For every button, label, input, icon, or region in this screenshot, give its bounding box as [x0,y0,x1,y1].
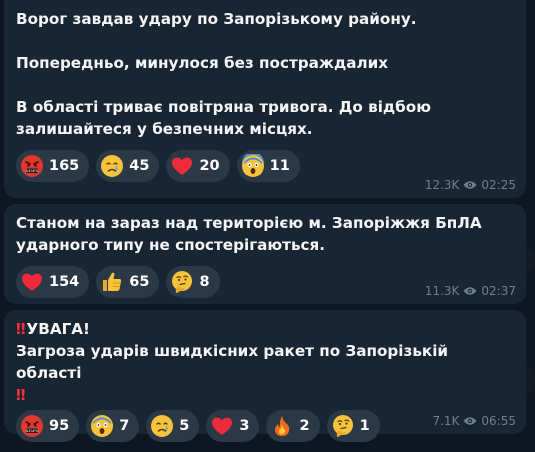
screaming-face-icon [241,154,264,177]
angry-face-icon: &$!#% [21,155,43,177]
view-count: 11.3K [424,284,460,298]
eye-icon [463,181,477,189]
message-time: 02:37 [481,284,516,298]
thumbs-up-icon [103,272,122,291]
reaction-heart[interactable]: 20 [166,150,230,182]
svg-text:&$!#%: &$!#% [26,429,40,433]
reaction-thumbs-up[interactable]: 65 [96,266,160,298]
fire-icon [275,416,290,436]
message-time: 06:55 [481,414,516,428]
double-exclamation-icon: ‼ [16,386,25,404]
reaction-crying[interactable]: 45 [96,150,160,182]
message-meta: 11.3K 02:37 [425,284,516,298]
angry-face-icon: &$!#% [21,415,43,437]
message-text: Станом на зараз над територією м. Запорі… [16,214,487,254]
message-feed: Ворог завдав удару по Запорізькому район… [4,0,526,442]
message-bubble[interactable]: Станом на зараз над територією м. Запорі… [4,204,526,304]
view-count: 7.1K [432,414,460,428]
message-meta: 12.3K 02:25 [425,178,516,192]
message-text: ‼ УВАГА! Загроза ударів швидкісних ракет … [16,320,449,404]
screaming-face-icon [91,415,114,437]
reaction-thinking[interactable]: 1 [326,410,380,442]
crying-face-icon [151,415,174,437]
message-bubble[interactable]: Ворог завдав удару по Запорізькому район… [4,0,526,198]
eye-icon [463,287,477,295]
thinking-face-icon [172,271,193,293]
reaction-angry[interactable]: &$!#% 165 [16,150,90,182]
reaction-thinking[interactable]: 8 [166,266,220,298]
reaction-fire[interactable]: 2 [266,410,320,442]
reaction-angry[interactable]: &$!#% 95 [16,410,80,442]
red-heart-icon [212,417,233,435]
reaction-heart[interactable]: 154 [16,266,90,298]
eye-icon [463,417,477,425]
message-text: Ворог завдав удару по Запорізькому район… [16,10,431,138]
message-bubble[interactable]: ‼ УВАГА! Загроза ударів швидкісних ракет … [4,310,526,442]
view-count: 12.3K [424,178,460,192]
thinking-face-icon [332,415,353,437]
reaction-crying[interactable]: 5 [146,410,200,442]
reaction-screaming[interactable]: 11 [236,150,300,182]
message-meta: 7.1K 06:55 [432,414,516,428]
reaction-heart[interactable]: 3 [206,410,260,442]
red-heart-icon [172,157,193,175]
reaction-screaming[interactable]: 7 [86,410,140,442]
svg-text:&$!#%: &$!#% [26,169,40,173]
crying-face-icon [101,155,124,177]
red-heart-icon [22,273,42,291]
message-time: 02:25 [481,178,516,192]
double-exclamation-icon: ‼ [16,320,25,338]
